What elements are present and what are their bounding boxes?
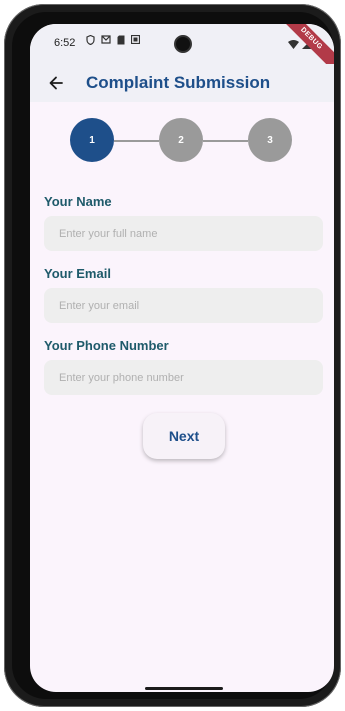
progress-stepper: 1 2 3 bbox=[70, 118, 292, 164]
step-2[interactable]: 2 bbox=[159, 118, 203, 162]
phone-frame: 6:52 DEBUG Complaint Submission 1 2 3 Yo… bbox=[4, 4, 341, 707]
front-camera bbox=[174, 35, 192, 53]
shield-icon bbox=[86, 34, 95, 48]
page-title: Complaint Submission bbox=[86, 73, 271, 92]
home-indicator[interactable] bbox=[145, 687, 223, 690]
notification-icons bbox=[86, 34, 141, 48]
sim-card-icon bbox=[117, 35, 125, 48]
arrow-left-icon bbox=[49, 76, 63, 90]
status-bar: 6:52 DEBUG bbox=[30, 24, 334, 76]
step-connector bbox=[203, 140, 248, 142]
step-connector bbox=[114, 140, 159, 142]
app-bar: Complaint Submission bbox=[30, 64, 334, 102]
step-3[interactable]: 3 bbox=[248, 118, 292, 162]
app-screen: 6:52 DEBUG Complaint Submission 1 2 3 Yo… bbox=[30, 24, 334, 692]
email-input[interactable] bbox=[44, 288, 323, 323]
back-button[interactable] bbox=[38, 65, 74, 101]
email-label: Your Email bbox=[44, 266, 111, 281]
next-button[interactable]: Next bbox=[143, 413, 225, 459]
step-1[interactable]: 1 bbox=[70, 118, 114, 162]
screenshot-icon bbox=[130, 34, 141, 48]
phone-input[interactable] bbox=[44, 360, 323, 395]
gmail-icon bbox=[101, 35, 111, 48]
phone-label: Your Phone Number bbox=[44, 338, 169, 353]
name-input[interactable] bbox=[44, 216, 323, 251]
name-label: Your Name bbox=[44, 194, 112, 209]
wifi-icon bbox=[288, 36, 299, 54]
status-time: 6:52 bbox=[54, 37, 76, 49]
